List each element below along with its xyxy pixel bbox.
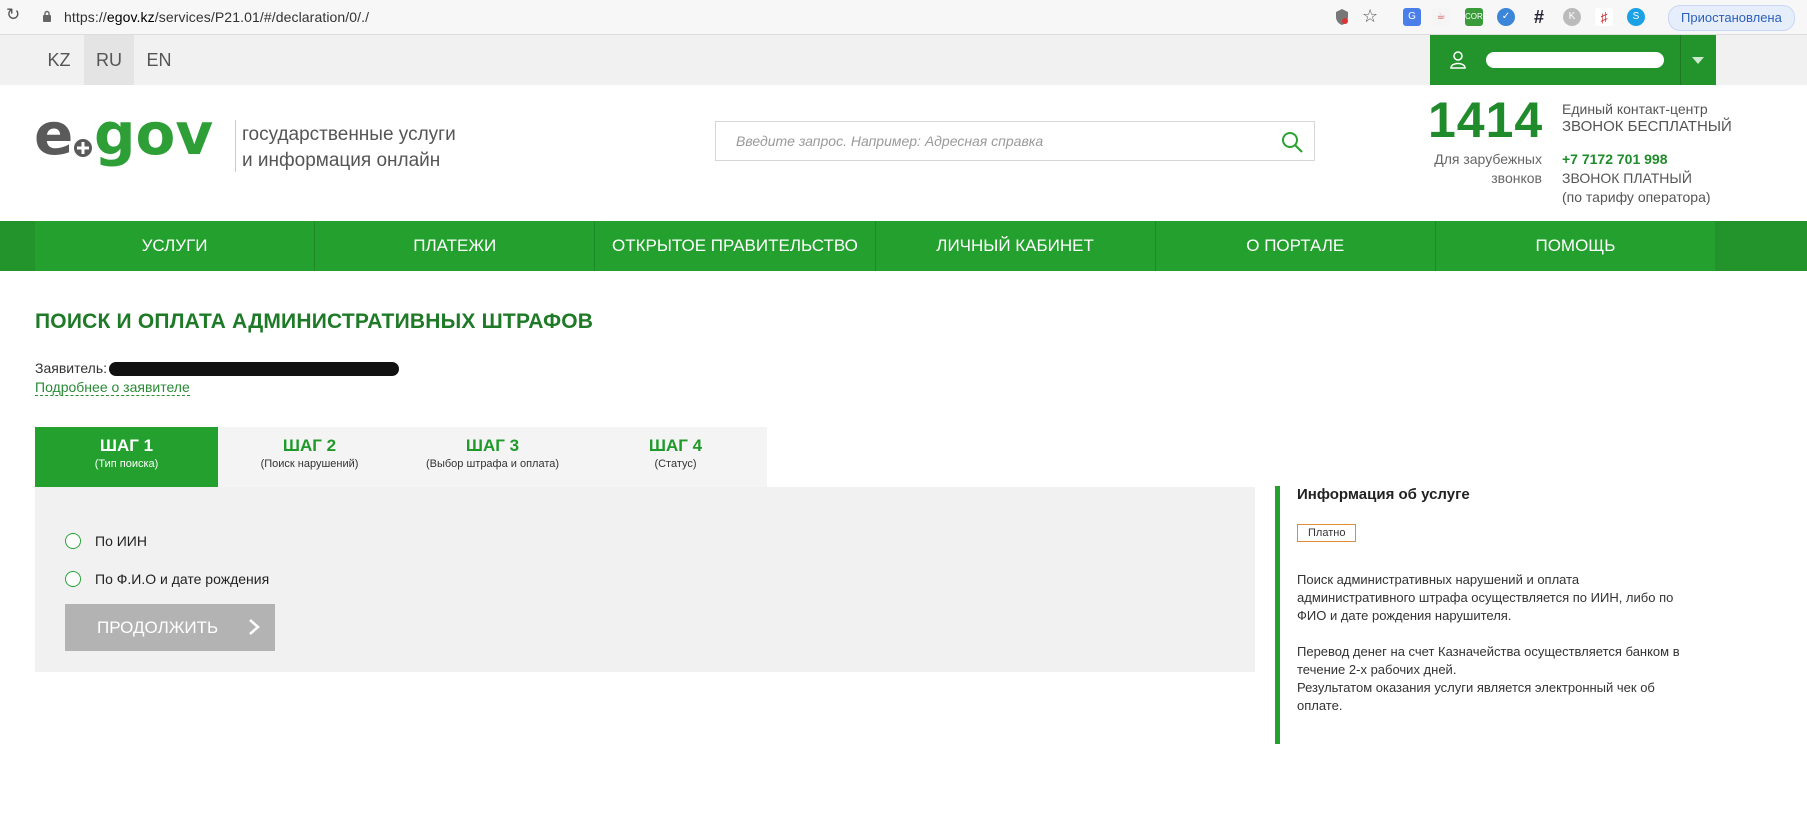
step-3[interactable]: ШАГ 3 (Выбор штрафа и оплата) — [401, 427, 584, 487]
chevron-right-icon — [249, 619, 260, 635]
nav-open-government[interactable]: ОТКРЫТОЕ ПРАВИТЕЛЬСТВО — [595, 221, 876, 271]
service-info-panel: Информация об услуге Платно Поиск админи… — [1275, 486, 1720, 744]
foreign-calls-line-1: Для зарубежных — [1434, 151, 1542, 167]
step-tabs: ШАГ 1 (Тип поиска) ШАГ 2 (Поиск нарушени… — [35, 427, 767, 501]
check-extension-icon[interactable]: ✓ — [1497, 8, 1515, 26]
continue-label: ПРОДОЛЖИТЬ — [97, 617, 219, 637]
tagline-line-2: и информация онлайн — [242, 150, 441, 171]
search-type-form: По ИИН По Ф.И.О и дате рождения ПРОДОЛЖИ… — [35, 487, 1255, 672]
step-3-title: ШАГ 3 — [465, 436, 520, 455]
site-tagline: государственные услуги и информация онла… — [242, 122, 456, 174]
profile-paused-chip[interactable]: Приостановлена — [1668, 5, 1795, 31]
nav-help[interactable]: ПОМОЩЬ — [1436, 221, 1715, 271]
contact-center-number[interactable]: 1414 — [1428, 92, 1543, 148]
shield-icon[interactable] — [1334, 8, 1350, 26]
option-fio[interactable]: По Ф.И.О и дате рождения — [65, 568, 269, 590]
browser-toolbar: ↻ https://egov.kz/services/P21.01/#/decl… — [0, 0, 1807, 35]
user-menu[interactable] — [1430, 35, 1716, 85]
svg-text:gov: gov — [94, 108, 213, 168]
contact-center-info: Единый контакт-центр ЗВОНОК БЕСПЛАТНЫЙ — [1562, 100, 1732, 136]
lang-kz[interactable]: KZ — [34, 35, 84, 85]
step-2[interactable]: ШАГ 2 (Поиск нарушений) — [218, 427, 401, 487]
user-menu-divider — [1680, 35, 1681, 85]
service-info-paragraph-2: Перевод денег на счет Казначейства осуще… — [1297, 644, 1680, 677]
nav-personal-cabinet[interactable]: ЛИЧНЫЙ КАБИНЕТ — [876, 221, 1156, 271]
egov-logo[interactable]: e gov — [34, 108, 224, 182]
redacted-username — [1486, 52, 1664, 68]
foreign-phone[interactable]: +7 7172 701 998 — [1562, 150, 1711, 169]
user-icon — [1450, 51, 1466, 69]
logo-separator — [235, 120, 236, 172]
lang-en[interactable]: EN — [134, 35, 184, 85]
radio-iin[interactable] — [65, 533, 81, 549]
step-1[interactable]: ШАГ 1 (Тип поиска) — [35, 427, 218, 501]
applicant-row: Заявитель: — [35, 360, 400, 377]
url-host: egov.kz — [106, 9, 155, 25]
redacted-applicant-name — [109, 362, 400, 377]
foreign-contact-info: +7 7172 701 998 ЗВОНОК ПЛАТНЫЙ (по тариф… — [1562, 150, 1711, 207]
step-2-subtitle: (Поиск нарушений) — [260, 458, 359, 470]
paid-badge: Платно — [1297, 524, 1357, 542]
paid-call-label: ЗВОНОК ПЛАТНЫЙ — [1562, 170, 1692, 186]
contact-center-label: Единый контакт-центр — [1562, 101, 1708, 117]
step-3-subtitle: (Выбор штрафа и оплата) — [425, 458, 560, 470]
k-extension-icon[interactable]: K — [1563, 8, 1581, 26]
java-extension-icon[interactable]: ☕ — [1432, 8, 1450, 26]
step-1-title: ШАГ 1 — [99, 436, 154, 455]
service-info-title: Информация об услуге — [1297, 486, 1470, 503]
continue-button[interactable]: ПРОДОЛЖИТЬ — [65, 604, 275, 651]
option-fio-label: По Ф.И.О и дате рождения — [95, 571, 270, 587]
url-prefix: https:// — [64, 9, 107, 25]
chevron-down-icon[interactable] — [1692, 57, 1704, 64]
lang-ru[interactable]: RU — [84, 35, 134, 85]
step-4-subtitle: (Статус) — [654, 458, 697, 470]
free-call-label: ЗВОНОК БЕСПЛАТНЫЙ — [1562, 118, 1732, 135]
address-bar[interactable]: https://egov.kz/services/P21.01/#/declar… — [64, 9, 369, 25]
applicant-label: Заявитель: — [35, 360, 108, 376]
foreign-calls-line-2: звонков — [1491, 170, 1542, 186]
url-path: /services/P21.01/#/declaration/0/./ — [154, 9, 370, 25]
option-iin-label: По ИИН — [95, 533, 147, 549]
tagline-line-1: государственные услуги — [242, 124, 456, 145]
pdf-extension-icon[interactable]: ♯ — [1595, 8, 1613, 26]
search-icon[interactable] — [1280, 130, 1304, 154]
step-4-title: ШАГ 4 — [648, 436, 703, 455]
step-4[interactable]: ШАГ 4 (Статус) — [584, 427, 767, 487]
top-bar: KZ RU EN — [0, 35, 1807, 85]
translate-extension-icon[interactable]: G — [1403, 8, 1421, 26]
foreign-calls-label: Для зарубежных звонков — [1420, 150, 1542, 188]
main-nav: УСЛУГИ ПЛАТЕЖИ ОТКРЫТОЕ ПРАВИТЕЛЬСТВО ЛИ… — [0, 221, 1807, 271]
site-search — [715, 121, 1315, 161]
bookmark-star-icon[interactable]: ☆ — [1362, 6, 1378, 27]
radio-fio[interactable] — [65, 571, 81, 587]
lock-icon — [43, 10, 51, 22]
reload-icon[interactable]: ↻ — [6, 6, 22, 23]
skype-extension-icon[interactable]: S — [1627, 8, 1645, 26]
operator-rate-label: (по тарифу оператора) — [1562, 189, 1711, 205]
applicant-details-link[interactable]: Подробнее о заявителе — [35, 379, 190, 396]
service-info-paragraph-1: Поиск административных нарушений и оплат… — [1297, 572, 1674, 623]
nav-payments[interactable]: ПЛАТЕЖИ — [315, 221, 596, 271]
option-iin[interactable]: По ИИН — [65, 530, 147, 552]
svg-text:e: e — [34, 108, 73, 168]
search-input[interactable] — [716, 122, 1276, 160]
nav-about[interactable]: О ПОРТАЛЕ — [1156, 221, 1436, 271]
nav-services[interactable]: УСЛУГИ — [35, 221, 316, 271]
page-title: ПОИСК И ОПЛАТА АДМИНИСТРАТИВНЫХ ШТРАФОВ — [35, 310, 594, 333]
hash-extension-icon[interactable]: # — [1530, 8, 1548, 26]
service-info-paragraph-3: Результатом оказания услуги является эле… — [1297, 680, 1655, 713]
step-1-subtitle: (Тип поиска) — [94, 458, 159, 470]
cors-extension-icon[interactable]: CORS — [1465, 8, 1488, 26]
step-2-title: ШАГ 2 — [282, 436, 337, 455]
